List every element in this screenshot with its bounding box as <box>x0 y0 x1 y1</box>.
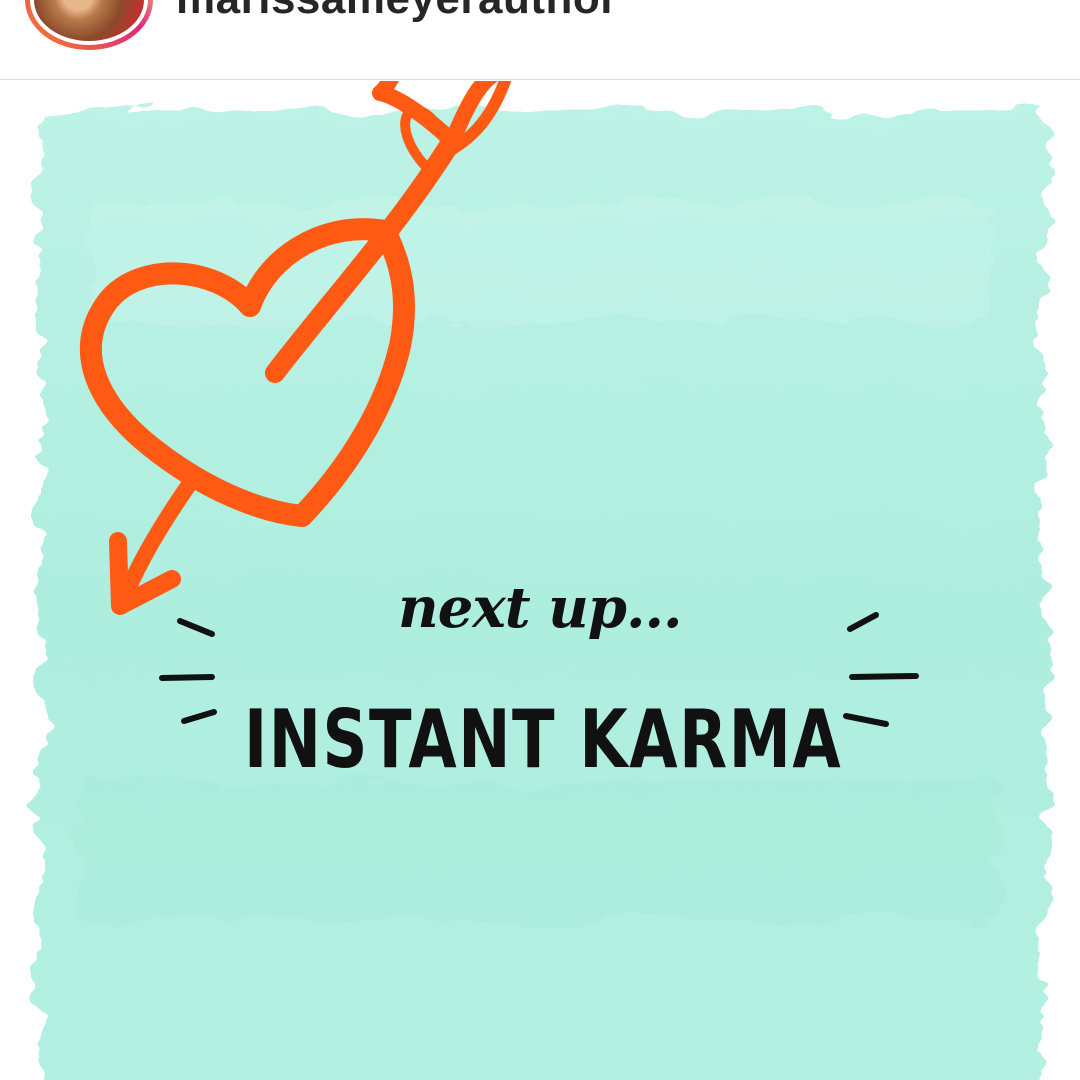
instagram-post-view: marissameyerauthor <box>0 0 1080 1080</box>
avatar[interactable] <box>25 0 153 50</box>
post-subtitle: next up... <box>398 575 682 641</box>
post-header: marissameyerauthor <box>0 0 1080 80</box>
post-headline: INSTANT KARMA <box>244 693 843 786</box>
username-link[interactable]: marissameyerauthor <box>176 0 618 24</box>
avatar-photo <box>34 0 144 41</box>
avatar-border <box>30 0 148 45</box>
post-image[interactable]: next up... INSTANT KARMA <box>0 81 1080 1080</box>
